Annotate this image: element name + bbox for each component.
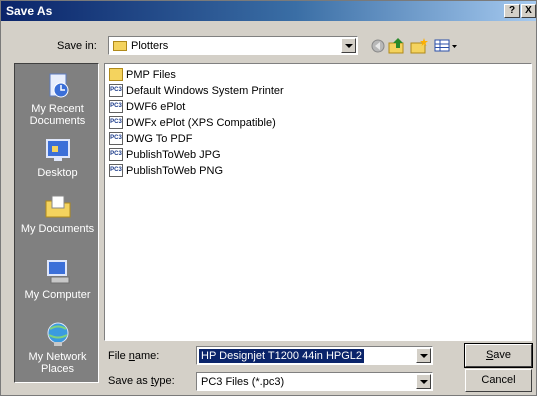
chevron-down-icon[interactable]	[341, 38, 356, 53]
views-menu-icon[interactable]	[433, 37, 459, 54]
desktop-icon	[45, 139, 70, 161]
place-label: My Documents	[20, 223, 95, 235]
file-name-label-part: ame:	[134, 350, 160, 362]
pc3-file-icon: PC3	[109, 132, 123, 145]
save-as-dialog: Save As ? X Save in: Plotters My Recent …	[0, 0, 537, 396]
save-button[interactable]: Save	[464, 343, 533, 368]
file-name: PublishToWeb JPG	[126, 149, 221, 161]
my-computer-icon	[46, 260, 69, 284]
file-name-value[interactable]: HP Designjet T1200 44in HPGL2	[199, 349, 365, 363]
place-network[interactable]: My Network Places	[15, 320, 100, 375]
file-name-label: File name:	[108, 350, 159, 362]
place-recent-documents[interactable]: My Recent Documents	[15, 72, 100, 127]
place-label: My Computer	[24, 289, 91, 301]
save-in-label: Save in:	[57, 40, 97, 52]
save-as-type-label: Save as type:	[108, 375, 175, 387]
file-name: DWG To PDF	[126, 133, 193, 145]
place-my-computer[interactable]: My Computer	[15, 258, 100, 301]
title-bar[interactable]: Save As ? X	[1, 1, 536, 21]
save-in-value: Plotters	[131, 40, 169, 52]
file-list[interactable]: PMP Files PC3 Default Windows System Pri…	[104, 63, 532, 341]
help-button[interactable]: ?	[504, 4, 520, 18]
folder-icon	[113, 41, 127, 51]
place-label: Desktop	[37, 167, 78, 179]
save-as-type-label-part: Save as	[108, 375, 151, 387]
save-button-label: ave	[493, 349, 512, 361]
cancel-button[interactable]: Cancel	[465, 369, 532, 392]
pc3-file-icon: PC3	[109, 100, 123, 113]
places-bar: My Recent Documents Desktop My Documents…	[14, 63, 99, 383]
file-name: DWFx ePlot (XPS Compatible)	[126, 117, 276, 129]
save-in-dropdown[interactable]: Plotters	[108, 36, 358, 55]
file-name: PMP Files	[126, 69, 176, 81]
save-as-type-dropdown[interactable]: PC3 Files (*.pc3)	[196, 372, 433, 391]
file-name-label-part: File	[108, 350, 129, 362]
network-places-icon	[47, 322, 68, 346]
save-as-type-value: PC3 Files (*.pc3)	[201, 376, 285, 388]
my-documents-icon	[45, 195, 70, 218]
place-my-documents[interactable]: My Documents	[15, 192, 100, 235]
save-as-type-label-part: ype:	[153, 375, 175, 387]
pc3-file-icon: PC3	[109, 116, 123, 129]
new-folder-icon[interactable]	[410, 37, 428, 54]
pc3-file-icon: PC3	[109, 148, 123, 161]
chevron-down-icon[interactable]	[416, 374, 431, 389]
file-name: Default Windows System Printer	[126, 85, 284, 97]
chevron-down-icon[interactable]	[416, 348, 431, 363]
pc3-file-icon: PC3	[109, 84, 123, 97]
file-name: DWF6 ePlot	[126, 101, 186, 113]
recent-documents-icon	[49, 73, 68, 98]
window-title: Save As	[6, 4, 53, 18]
place-label: My Recent Documents	[29, 103, 86, 127]
place-label: My Network Places	[28, 351, 87, 375]
folder-icon	[109, 68, 123, 81]
pc3-file-icon: PC3	[109, 164, 123, 177]
file-name: PublishToWeb PNG	[126, 165, 224, 177]
place-desktop[interactable]: Desktop	[15, 136, 100, 179]
up-folder-icon[interactable]	[388, 37, 406, 54]
file-name-field[interactable]: HP Designjet T1200 44in HPGL2	[196, 346, 433, 365]
close-button[interactable]: X	[521, 4, 536, 18]
back-icon[interactable]	[369, 37, 387, 54]
